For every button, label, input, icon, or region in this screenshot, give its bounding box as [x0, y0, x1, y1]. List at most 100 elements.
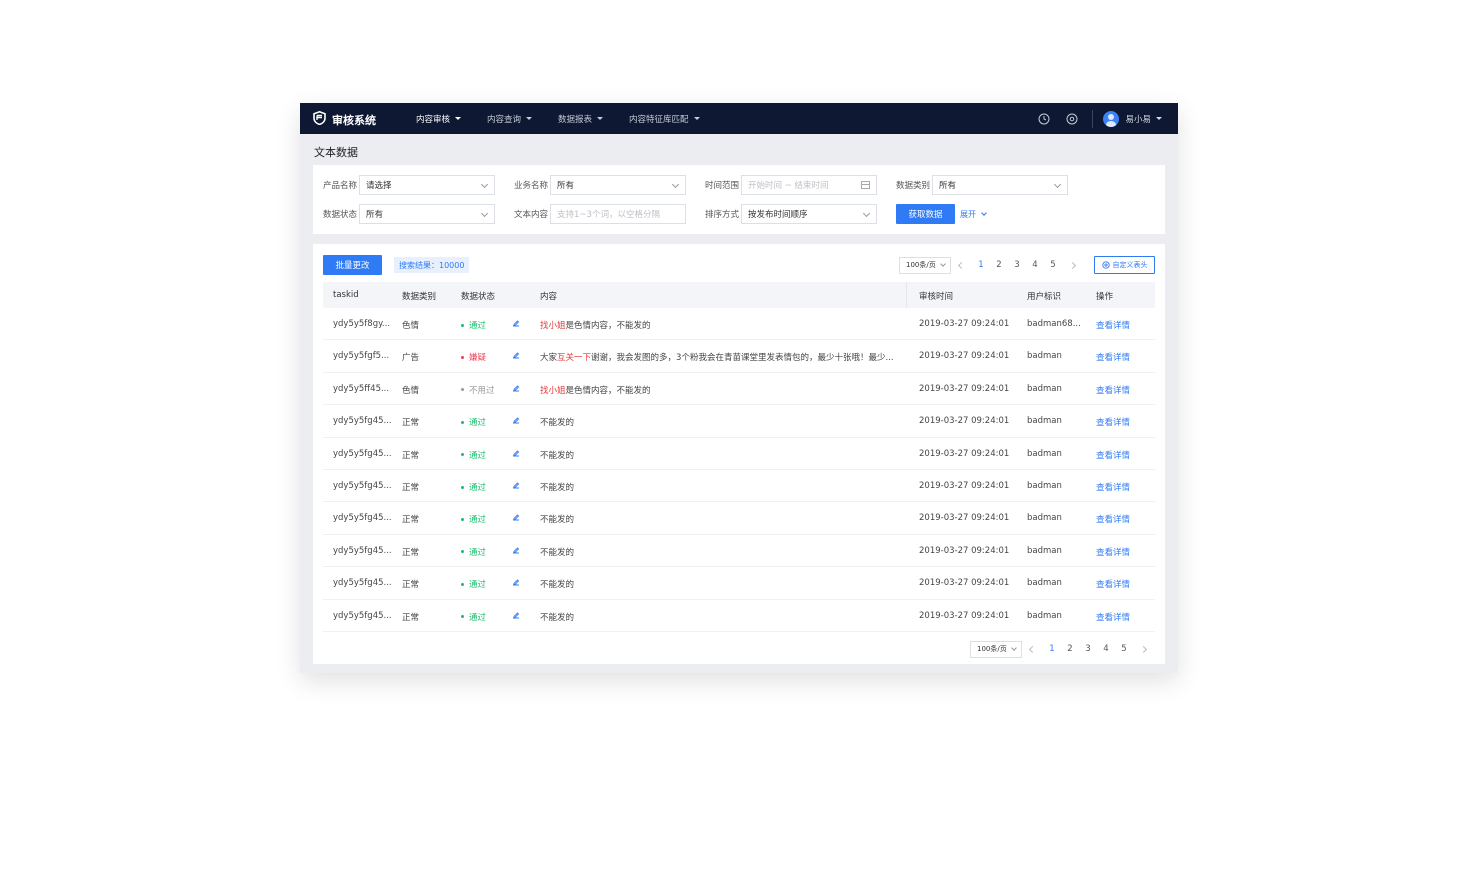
expand-link[interactable]: 展开: [960, 209, 987, 220]
cell-time: 2019-03-27 09:24:01: [919, 351, 1010, 362]
app-window: 审核系统 内容审核 内容查询 数据报表 内容特征库匹配 易小易 文本数据 产品名称 请…: [300, 103, 1178, 673]
content-text: 是色情内容，不能发的: [565, 385, 651, 396]
nav-item-2[interactable]: 数据报表: [558, 103, 604, 134]
nav-item-3[interactable]: 内容特征库匹配: [629, 103, 700, 134]
edit-icon[interactable]: [512, 384, 520, 392]
nav-item-0[interactable]: 内容审核: [416, 103, 462, 134]
prev-page-icon[interactable]: [957, 261, 966, 269]
status-text: 通过: [469, 515, 487, 526]
view-detail-link[interactable]: 查看详情: [1096, 546, 1130, 558]
cell-taskid: ydy5y5fg45...: [333, 610, 392, 621]
content-text: 不能发的: [540, 612, 575, 623]
page-2[interactable]: 2: [990, 260, 1008, 270]
cell-user: badman: [1027, 578, 1062, 589]
cell-taskid: ydy5y5f8gy...: [333, 319, 391, 329]
page-1[interactable]: 1: [1043, 644, 1061, 654]
page-4[interactable]: 4: [1097, 644, 1115, 654]
custom-columns-button[interactable]: 自定义表头: [1094, 256, 1155, 274]
header-status: 数据状态: [461, 292, 496, 302]
time-label: 时间范围: [705, 181, 740, 191]
edit-icon[interactable]: [512, 611, 520, 619]
cell-category: 色情: [402, 321, 420, 331]
cell-category: 正常: [402, 418, 420, 429]
view-detail-link[interactable]: 查看详情: [1096, 513, 1130, 525]
gear-icon[interactable]: [1066, 113, 1078, 125]
status-dot-icon: [461, 453, 464, 457]
clock-icon[interactable]: [1038, 113, 1050, 125]
page-title: 文本数据: [314, 146, 358, 159]
category-select[interactable]: 所有: [932, 175, 1068, 195]
cell-taskid: ydy5y5fg45...: [333, 448, 392, 459]
view-detail-link[interactable]: 查看详情: [1096, 351, 1130, 363]
content-text: 不能发的: [540, 450, 575, 461]
cell-user: badman: [1027, 545, 1062, 556]
status-text: 通过: [469, 580, 487, 591]
pagination-bottom: 100条/页 1 2 3 4 5: [970, 639, 1154, 659]
edit-icon[interactable]: [512, 481, 520, 489]
cell-status: 通过: [461, 449, 486, 461]
cell-status: 嫌疑: [461, 351, 486, 363]
next-page-icon[interactable]: [1068, 261, 1077, 269]
status-text: 通过: [469, 547, 487, 558]
nav-item-1[interactable]: 内容查询: [487, 103, 533, 134]
view-detail-link[interactable]: 查看详情: [1096, 611, 1130, 623]
page-5[interactable]: 5: [1044, 260, 1062, 270]
status-select[interactable]: 所有: [359, 204, 495, 224]
sort-label: 排序方式: [705, 210, 740, 220]
edit-icon[interactable]: [512, 546, 520, 554]
edit-icon[interactable]: [512, 319, 520, 327]
status-text: 通过: [469, 483, 487, 493]
page-3[interactable]: 3: [1079, 644, 1097, 654]
page-1[interactable]: 1: [972, 260, 990, 270]
header-taskid: taskid: [333, 290, 359, 300]
text-input[interactable]: 支持1~3个词，以空格分隔: [550, 204, 686, 224]
nav-item-label: 内容特征库匹配: [629, 114, 689, 125]
edit-icon[interactable]: [512, 513, 520, 521]
cell-content: 不能发的: [540, 449, 900, 461]
edit-icon[interactable]: [512, 416, 520, 424]
status-dot-icon: [461, 550, 464, 554]
view-detail-link[interactable]: 查看详情: [1096, 578, 1130, 590]
product-select[interactable]: 请选择: [359, 175, 495, 195]
view-detail-link[interactable]: 查看详情: [1096, 481, 1130, 493]
cell-content: 不能发的: [540, 416, 900, 428]
header-action: 操作: [1096, 292, 1114, 302]
cell-category: 正常: [402, 450, 420, 461]
edit-icon[interactable]: [512, 449, 520, 457]
cell-category: 正常: [402, 483, 420, 493]
next-page-icon[interactable]: [1139, 645, 1148, 653]
fetch-data-button[interactable]: 获取数据: [896, 204, 955, 224]
app-logo[interactable]: 审核系统: [313, 110, 376, 129]
status-dot-icon: [461, 517, 464, 521]
page-size-select[interactable]: 100条/页: [899, 256, 951, 274]
page-2[interactable]: 2: [1061, 644, 1079, 654]
cell-time: 2019-03-27 09:24:01: [919, 481, 1010, 491]
view-detail-link[interactable]: 查看详情: [1096, 449, 1130, 461]
status-text: 通过: [469, 612, 487, 623]
edit-icon[interactable]: [512, 351, 520, 359]
product-label: 产品名称: [323, 181, 358, 191]
page-5[interactable]: 5: [1115, 644, 1133, 654]
nav-item-label: 内容查询: [487, 114, 522, 125]
prev-page-icon[interactable]: [1028, 645, 1037, 653]
time-range-picker[interactable]: 开始时间 ~ 结束时间: [741, 175, 877, 195]
page-4[interactable]: 4: [1026, 260, 1044, 270]
cell-user: badman: [1027, 351, 1062, 362]
main-nav: 内容审核 内容查询 数据报表 内容特征库匹配: [416, 103, 726, 134]
page-size-select[interactable]: 100条/页: [970, 640, 1022, 658]
cell-taskid: ydy5y5fg45...: [333, 545, 392, 556]
view-detail-link[interactable]: 查看详情: [1096, 384, 1130, 396]
edit-icon[interactable]: [512, 578, 520, 586]
cell-user: badman: [1027, 383, 1062, 394]
user-menu[interactable]: 易小易: [1103, 110, 1162, 127]
view-detail-link[interactable]: 查看详情: [1096, 416, 1130, 428]
content-text: 不能发的: [540, 515, 575, 526]
content-text: 不能发的: [540, 418, 575, 429]
content-text: 不能发的: [540, 547, 575, 558]
sort-select[interactable]: 按发布时间顺序: [741, 204, 877, 224]
business-select[interactable]: 所有: [550, 175, 686, 195]
page-3[interactable]: 3: [1008, 260, 1026, 270]
batch-change-button[interactable]: 批量更改: [323, 255, 382, 275]
cell-status: 通过: [461, 416, 486, 428]
view-detail-link[interactable]: 查看详情: [1096, 319, 1130, 331]
